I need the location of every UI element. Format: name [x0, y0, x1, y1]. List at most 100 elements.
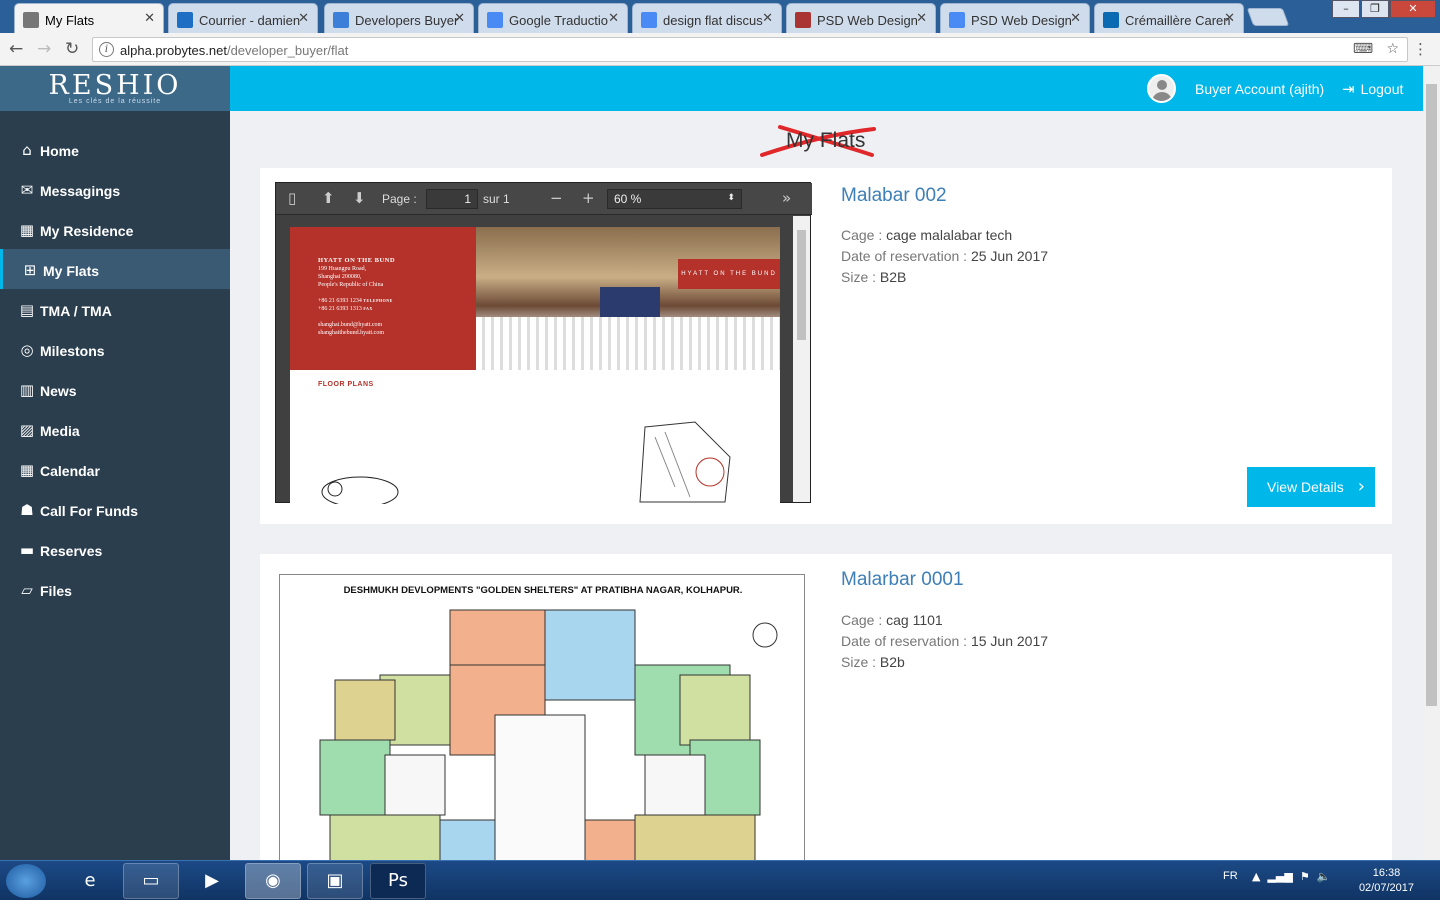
browser-tabbar: My Flats ✕ Courrier - damien ✕ Developers Bu…	[0, 0, 1440, 33]
page-icon	[23, 12, 39, 28]
close-tab-icon[interactable]: ✕	[298, 11, 309, 26]
sidebar-item-home[interactable]: ⌂ Home	[0, 129, 230, 169]
url-bar[interactable]: i alpha.probytes.net/developer_buyer/fla…	[92, 37, 1408, 62]
chevron-right-icon: ›	[1357, 476, 1365, 497]
floor-plan-image[interactable]: DESHMUKH DEVLOPMENTS "GOLDEN SHELTERS" A…	[279, 574, 805, 860]
browser-tab[interactable]: Courrier - damien ✕	[168, 3, 318, 33]
google-icon	[641, 12, 657, 28]
flat-title[interactable]: Malabar 002	[841, 185, 947, 207]
sidebar-item-reserves[interactable]: ▬ Reserves	[0, 529, 230, 569]
browser-tab[interactable]: PSD Web Design ✕	[940, 3, 1090, 33]
sidebar-item-label: Messagings	[40, 183, 121, 199]
grid-icon: ⊞	[23, 261, 37, 279]
brand-logo[interactable]: RESHIO Les clés de la réussite	[0, 66, 230, 111]
sidebar-item-my-flats[interactable]: ⊞ My Flats	[0, 249, 230, 289]
calendar-icon: ▦	[19, 461, 35, 479]
browser-tab[interactable]: My Flats ✕	[14, 3, 164, 33]
maximize-button[interactable]: ❐	[1361, 0, 1389, 18]
sidebar-item-label: My Flats	[43, 263, 100, 279]
sidebar-item-milestons[interactable]: ◎ Milestons	[0, 329, 230, 369]
people-icon: ☗	[20, 501, 34, 519]
top-header: Buyer Account (ajith) ⇥ Logout	[230, 66, 1423, 111]
browser-tab[interactable]: Developers Buyer ✕	[324, 3, 474, 33]
zoom-out-icon[interactable]: −	[550, 189, 563, 207]
sidebar-item-label: Reserves	[40, 543, 103, 559]
tab-label: My Flats	[45, 13, 95, 28]
new-tab-button[interactable]	[1246, 8, 1290, 26]
explorer-icon[interactable]: ▭	[123, 863, 179, 899]
close-tab-icon[interactable]: ✕	[916, 11, 927, 26]
sidebar-item-news[interactable]: ▥ News	[0, 369, 230, 409]
forward-icon[interactable]: →	[37, 39, 51, 59]
more-tools-icon[interactable]: »	[782, 189, 791, 207]
sidebar-item-label: Call For Funds	[40, 503, 138, 519]
stage-screen	[600, 287, 660, 317]
url-text: alpha.probytes.net/developer_buyer/flat	[120, 43, 349, 58]
bookmark-star-icon[interactable]: ☆	[1386, 41, 1399, 57]
home-icon: ⌂	[22, 141, 32, 159]
psd-icon	[795, 12, 811, 28]
back-icon[interactable]: ←	[9, 39, 23, 59]
window-icon[interactable]: ▣	[307, 863, 363, 899]
sidebar-item-tma-tma[interactable]: ▤ TMA / TMA	[0, 289, 230, 329]
page-scrollbar[interactable]	[1423, 66, 1440, 860]
view-details-button[interactable]: View Details ›	[1247, 467, 1375, 507]
close-tab-icon[interactable]: ✕	[1224, 11, 1235, 26]
start-button[interactable]	[6, 864, 46, 898]
chrome-icon[interactable]: ◉	[245, 863, 301, 899]
pdf-page: HYATT ON THE BUND 199 Huangpu Road, Shan…	[290, 227, 780, 504]
cage-row: Cage : cage malalabar tech	[841, 227, 1013, 243]
flat-card: ▯ ⬆ ⬇ Page : 1 sur 1 − + 60 % ⬍ » HYATT O…	[260, 168, 1392, 524]
date-row: Date of reservation : 25 Jun 2017	[841, 248, 1049, 264]
sidebar-item-my-residence[interactable]: ▦ My Residence	[0, 209, 230, 249]
date-row: Date of reservation : 15 Jun 2017	[841, 633, 1049, 649]
flat-title[interactable]: Malarbar 0001	[841, 569, 964, 591]
account-name[interactable]: Buyer Account (ajith)	[1195, 81, 1324, 97]
sidebar-item-call-for-funds[interactable]: ☗ Call For Funds	[0, 489, 230, 529]
sidebar-item-files[interactable]: ▱ Files	[0, 569, 230, 609]
close-tab-icon[interactable]: ✕	[762, 11, 773, 26]
browser-menu-icon[interactable]: ⋮	[1413, 40, 1428, 58]
close-window-button[interactable]: ✕	[1390, 0, 1436, 18]
info-icon[interactable]: i	[99, 42, 114, 57]
page-number-input[interactable]: 1	[426, 189, 478, 209]
zoom-in-icon[interactable]: +	[582, 189, 595, 207]
sidebar-menu: ⌂ Home ✉ Messagings ▦ My Residence ⊞ My Flats ▤ T…	[0, 129, 230, 609]
sidebar-item-label: Milestons	[40, 343, 105, 359]
translate-icon[interactable]: ⌨	[1353, 41, 1373, 57]
translate-icon	[487, 12, 503, 28]
logout-button[interactable]: ⇥ Logout	[1342, 80, 1403, 98]
avatar[interactable]	[1147, 74, 1176, 103]
pdf-viewer[interactable]: ▯ ⬆ ⬇ Page : 1 sur 1 − + 60 % ⬍ » HYATT O…	[275, 182, 812, 504]
flat-meta: Cage : cag 1101 Date of reservation : 15…	[841, 610, 1048, 673]
close-tab-icon[interactable]: ✕	[454, 11, 465, 26]
zoom-select[interactable]: 60 % ⬍	[607, 189, 742, 209]
clock[interactable]: 16:38 02/07/2017	[1359, 866, 1414, 896]
browser-tab[interactable]: PSD Web Design ✕	[786, 3, 936, 33]
sidebar-item-messagings[interactable]: ✉ Messagings	[0, 169, 230, 209]
media-player-icon[interactable]: ▶	[184, 863, 240, 899]
language-indicator[interactable]: FR	[1223, 870, 1238, 882]
prev-page-icon[interactable]: ⬆	[322, 189, 335, 207]
close-tab-icon[interactable]: ✕	[1070, 11, 1081, 26]
sidebar-item-label: Media	[40, 423, 80, 439]
next-page-icon[interactable]: ⬇	[353, 189, 366, 207]
folder-icon: ▱	[21, 581, 33, 599]
sidebar-item-calendar[interactable]: ▦ Calendar	[0, 449, 230, 489]
browser-tab[interactable]: design flat discus ✕	[632, 3, 782, 33]
browser-tab[interactable]: Crémaillère Caren ✕	[1094, 3, 1244, 33]
sidebar-item-label: Calendar	[40, 463, 100, 479]
photoshop-icon[interactable]: Ps	[370, 863, 426, 899]
sidebar-item-media[interactable]: ▨ Media	[0, 409, 230, 449]
reload-icon[interactable]: ↻	[65, 39, 79, 59]
pdf-scrollbar[interactable]	[793, 216, 810, 502]
close-tab-icon[interactable]: ✕	[144, 11, 155, 26]
ie-icon[interactable]: e	[62, 863, 118, 899]
browser-tab[interactable]: Google Traductio ✕	[478, 3, 628, 33]
sidebar-toggle-icon[interactable]: ▯	[288, 189, 296, 207]
close-tab-icon[interactable]: ✕	[608, 11, 619, 26]
card-icon: ▬	[19, 541, 35, 559]
tray-icons[interactable]: ▲ ▂▄▆ ⚑ 🔈	[1252, 870, 1330, 883]
minimize-button[interactable]: –	[1332, 0, 1360, 18]
taskbar: e ▭ ▶ ◉ ▣ Ps FR ▲ ▂▄▆ ⚑ 🔈 16:38 02/07/201…	[0, 860, 1440, 900]
